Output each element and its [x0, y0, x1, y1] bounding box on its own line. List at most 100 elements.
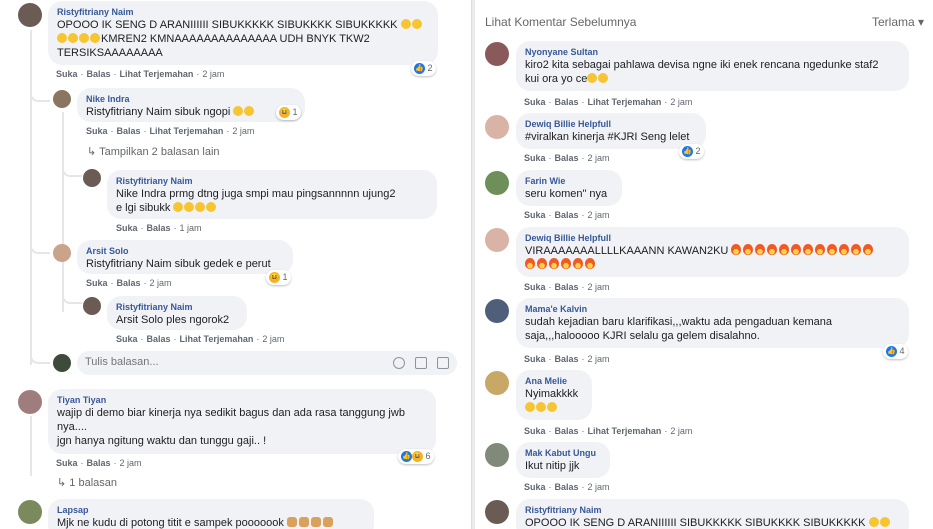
comment-author[interactable]: Tiyan Tiyan [57, 394, 427, 406]
comment-text: Nike Indra prmg dtng juga smpi mau pings… [116, 188, 396, 200]
comment-text: kui ora yo ce [525, 72, 900, 86]
avatar[interactable] [83, 297, 101, 315]
translate-button[interactable]: Lihat Terjemahan [588, 97, 662, 107]
comment-author[interactable]: Farin Wie [525, 175, 613, 187]
like-button[interactable]: Suka [86, 126, 108, 136]
avatar[interactable] [485, 115, 509, 139]
timestamp[interactable]: 2 jam [670, 426, 692, 436]
comment-text: seru komen" nya [525, 188, 608, 200]
comment-author[interactable]: Ristyfitriany Naim [116, 301, 238, 313]
reply-button[interactable]: Balas [555, 97, 579, 107]
show-more-replies-link[interactable]: ↳ Tampilkan 2 balasan lain [87, 145, 220, 158]
like-button[interactable]: Suka [56, 458, 78, 468]
avatar[interactable] [18, 500, 42, 524]
avatar[interactable] [485, 371, 509, 395]
timestamp[interactable]: 2 jam [232, 126, 254, 136]
like-button[interactable]: Suka [524, 482, 546, 492]
avatar[interactable] [18, 3, 42, 27]
avatar[interactable] [18, 390, 42, 414]
translate-button[interactable]: Lihat Terjemahan [150, 126, 224, 136]
comment-author[interactable]: Mama'e Kalvin [525, 303, 900, 315]
reaction-count[interactable]: 👍 2 [679, 144, 704, 159]
mention-link[interactable]: Ristyfitriany Naim [86, 106, 172, 118]
comment-author[interactable]: Nyonyane Sultan [525, 46, 900, 58]
comment-author[interactable]: Ristyfitriany Naim [525, 504, 900, 516]
comment-author[interactable]: Ana Melie [525, 375, 583, 387]
reaction-count[interactable]: 😆 1 [276, 105, 301, 120]
comment-author[interactable]: Ristyfitriany Naim [57, 6, 429, 18]
comment-author[interactable]: Mak Kabut Ungu [525, 447, 601, 459]
timestamp[interactable]: 2 jam [588, 354, 610, 364]
comment-author[interactable]: Arsit Solo [86, 245, 284, 257]
reply-input-box[interactable] [77, 351, 457, 375]
reply-button[interactable]: Balas [117, 126, 141, 136]
reply-input[interactable] [85, 356, 365, 368]
mention-link[interactable]: Ristyfitriany Naim [86, 258, 172, 270]
comment-actions: Suka · Balas · Lihat Terjemahan · 2 jam [524, 97, 693, 107]
avatar[interactable] [485, 500, 509, 524]
reply-button[interactable]: Balas [117, 278, 141, 288]
reaction-count[interactable]: 👍 4 [883, 344, 908, 359]
avatar[interactable] [485, 299, 509, 323]
sticker-icon[interactable] [437, 357, 449, 369]
reply-button[interactable]: Balas [555, 354, 579, 364]
reply-button[interactable]: Balas [87, 69, 111, 79]
reply-button[interactable]: Balas [555, 426, 579, 436]
reply-button[interactable]: Balas [555, 482, 579, 492]
avatar[interactable] [485, 42, 509, 66]
translate-button[interactable]: Lihat Terjemahan [588, 426, 662, 436]
comment-author[interactable]: Nike Indra [86, 93, 296, 105]
timestamp[interactable]: 2 jam [588, 282, 610, 292]
like-icon: 👍 [682, 146, 693, 158]
timestamp[interactable]: 2 jam [588, 482, 610, 492]
comment-author[interactable]: Ristyfitriany Naim [116, 175, 428, 187]
show-more-replies-link[interactable]: ↳ 1 balasan [57, 476, 117, 489]
timestamp[interactable]: 2 jam [262, 334, 284, 344]
avatar[interactable] [53, 244, 71, 262]
thread-line [62, 112, 64, 312]
avatar[interactable] [485, 228, 509, 252]
emoji-icon[interactable] [393, 357, 405, 369]
comment-text: Ristyfitriany Naim sibuk gedek e perut [86, 258, 271, 270]
timestamp[interactable]: 2 jam [588, 210, 610, 220]
timestamp[interactable]: 2 jam [588, 153, 610, 163]
timestamp[interactable]: 2 jam [670, 97, 692, 107]
comment-author[interactable]: Dewiq Billie Helpfull [525, 118, 697, 130]
reply-button[interactable]: Balas [555, 153, 579, 163]
like-button[interactable]: Suka [86, 278, 108, 288]
timestamp[interactable]: 1 jam [180, 223, 202, 233]
comment-author[interactable]: Lapsap [57, 504, 365, 516]
like-button[interactable]: Suka [116, 334, 138, 344]
avatar[interactable] [83, 169, 101, 187]
like-button[interactable]: Suka [524, 426, 546, 436]
reply-button[interactable]: Balas [555, 210, 579, 220]
translate-button[interactable]: Lihat Terjemahan [120, 69, 194, 79]
reaction-count[interactable]: 😆 1 [266, 270, 291, 285]
reply-button[interactable]: Balas [87, 458, 111, 468]
comment-author[interactable]: Dewiq Billie Helpfull [525, 232, 900, 244]
reaction-count[interactable]: 👍 😆 6 [398, 449, 434, 464]
like-button[interactable]: Suka [524, 153, 546, 163]
like-button[interactable]: Suka [524, 210, 546, 220]
view-previous-comments-link[interactable]: Lihat Komentar Sebelumnya [485, 15, 636, 29]
reaction-count[interactable]: 👍 2 [411, 61, 436, 76]
avatar[interactable] [485, 443, 509, 467]
timestamp[interactable]: 2 jam [202, 69, 224, 79]
reply-button[interactable]: Balas [147, 223, 171, 233]
sort-dropdown[interactable]: Terlama ▾ [872, 15, 924, 29]
like-button[interactable]: Suka [116, 223, 138, 233]
timestamp[interactable]: 2 jam [120, 458, 142, 468]
translate-button[interactable]: Lihat Terjemahan [180, 334, 254, 344]
reply-button[interactable]: Balas [147, 334, 171, 344]
mention-link[interactable]: Nike Indra [116, 188, 166, 200]
like-button[interactable]: Suka [56, 69, 78, 79]
like-button[interactable]: Suka [524, 282, 546, 292]
camera-icon[interactable] [415, 357, 427, 369]
like-button[interactable]: Suka [524, 97, 546, 107]
avatar[interactable] [485, 171, 509, 195]
timestamp[interactable]: 2 jam [150, 278, 172, 288]
mention-link[interactable]: Arsit Solo [116, 314, 163, 326]
reply-button[interactable]: Balas [555, 282, 579, 292]
like-button[interactable]: Suka [524, 354, 546, 364]
avatar[interactable] [53, 90, 71, 108]
